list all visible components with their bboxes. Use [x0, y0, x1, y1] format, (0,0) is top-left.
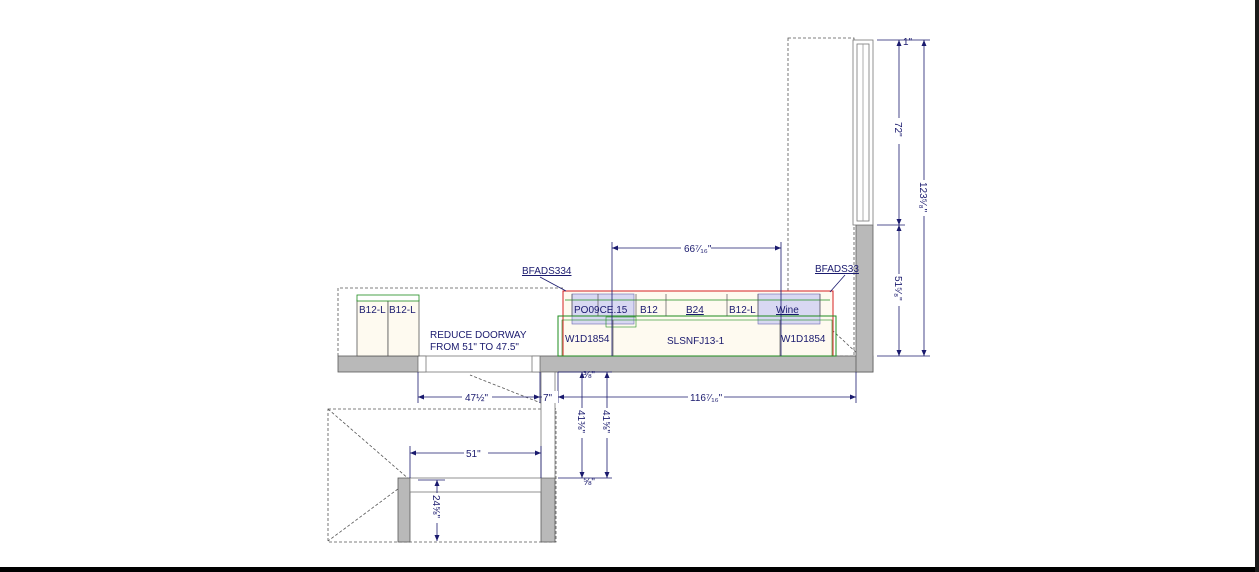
- doorway-jamb-left: [417, 355, 427, 373]
- dim-wall-upper-text: 72": [892, 122, 903, 137]
- callout-bfads-right[interactable]: BFADS33: [815, 264, 859, 275]
- dim-wall-total-text: 123⁵⁄₈": [917, 182, 928, 213]
- dim-small-b-text: ⅝": [583, 477, 595, 488]
- dim-seven-text: 7": [543, 393, 553, 404]
- left-counter-edge: [356, 294, 420, 302]
- cabinet-w1d1854-left-label[interactable]: W1D1854: [565, 334, 610, 345]
- dim-opening-text: 51": [466, 449, 481, 460]
- reduced-doorway[interactable]: [417, 355, 541, 373]
- dim-top-span-text: 66⁷⁄₁₆": [684, 244, 712, 255]
- dim-doorway-text: 47½": [465, 393, 488, 404]
- dim-small-a-text: ⅜": [583, 370, 595, 381]
- wall-right-vertical[interactable]: [855, 224, 874, 373]
- cabinet-b24-label[interactable]: B24: [686, 305, 704, 316]
- doorway-note-line2: FROM 51" TO 47.5": [430, 342, 519, 353]
- doorway-note-line1: REDUCE DOORWAY: [430, 330, 527, 341]
- floor-plan: B12-L B12-L PO09CE.15 B12 B24 B12-L Wine…: [327, 37, 930, 543]
- cabinet-b12l-b-label: B12-L: [389, 305, 416, 316]
- callout-bfads-left[interactable]: BFADS334: [522, 266, 572, 277]
- dim-depth-b-text: 41⅝": [600, 410, 611, 433]
- main-cabinet-run: PO09CE.15 B12 B24 B12-L Wine W1D1854 SLS…: [557, 290, 837, 357]
- callouts: BFADS334 BFADS33: [522, 264, 859, 293]
- drawing-canvas[interactable]: B12-L B12-L PO09CE.15 B12 B24 B12-L Wine…: [0, 0, 1259, 572]
- dashed-outlines: [327, 37, 861, 543]
- doorway-jamb-right: [531, 355, 541, 373]
- dim-lower-depth-text: 24⅝": [430, 495, 441, 518]
- right-border: [1255, 0, 1259, 572]
- wall-left-segment[interactable]: [337, 355, 419, 373]
- lower-diag-a: [327, 408, 411, 481]
- cabinet-b12l-c-label[interactable]: B12-L: [729, 305, 756, 316]
- cabinet-slsnfj-label[interactable]: SLSNFJ13-1: [667, 336, 725, 347]
- cabinet-b12-label[interactable]: B12: [640, 305, 658, 316]
- dim-wall-lower-text: 51⁵⁄₈": [892, 276, 903, 301]
- callout-bfads-right-leader: [829, 274, 846, 293]
- cabinet-wine-label[interactable]: Wine: [776, 305, 799, 316]
- callout-bfads-left-leader: [539, 276, 567, 292]
- cabinet-b12l-a-label: B12-L: [359, 305, 386, 316]
- dim-depth-a-text: 41⅜": [575, 410, 586, 433]
- wall-lower-right[interactable]: [540, 477, 556, 543]
- bottom-border: [0, 567, 1259, 572]
- left-cabinets: B12-L B12-L: [356, 294, 420, 357]
- hall-wall-opening: [540, 371, 556, 479]
- openings: [409, 39, 874, 493]
- cabinet-w1d1854-right-label[interactable]: W1D1854: [781, 334, 826, 345]
- wall-lower-left[interactable]: [397, 477, 411, 543]
- cabinet-po09-label[interactable]: PO09CE.15: [574, 305, 628, 316]
- dim-main-run-text: 116⁷⁄₁₆": [690, 393, 723, 404]
- dim-top-small-text: 1": [903, 37, 913, 48]
